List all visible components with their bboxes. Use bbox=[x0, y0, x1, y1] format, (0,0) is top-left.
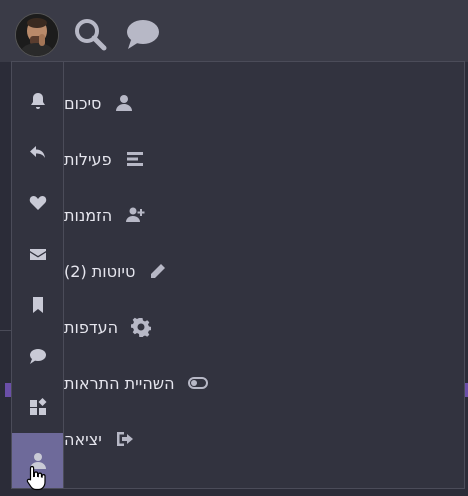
chat-icon bbox=[29, 349, 46, 364]
sign-out-icon bbox=[114, 428, 136, 450]
user-icon bbox=[113, 92, 135, 114]
apps-icon bbox=[29, 398, 46, 415]
toggle-icon bbox=[187, 372, 209, 394]
envelope-icon bbox=[29, 249, 46, 260]
rail-apps[interactable] bbox=[12, 382, 63, 432]
menu-item-label: טיוטות (2) bbox=[64, 261, 136, 281]
rail-messages[interactable] bbox=[12, 229, 63, 279]
avatar[interactable] bbox=[15, 13, 59, 57]
quick-access-rail bbox=[12, 62, 64, 488]
activity-bars-icon bbox=[124, 148, 146, 170]
menu-item-preferences[interactable]: העדפות bbox=[64, 299, 464, 355]
menu-item-label: הזמנות bbox=[64, 205, 113, 225]
rail-bookmarks[interactable] bbox=[12, 280, 63, 330]
bookmark-icon bbox=[32, 297, 43, 313]
rail-likes[interactable] bbox=[12, 178, 63, 228]
pencil-icon bbox=[147, 260, 169, 282]
bell-icon bbox=[30, 93, 45, 109]
hand-cursor-icon bbox=[26, 465, 46, 491]
menu-item-label: פעילות bbox=[64, 149, 112, 169]
rail-chat[interactable] bbox=[12, 331, 63, 381]
menu-item-pause-notifications[interactable]: השהיית התראות bbox=[64, 355, 464, 411]
header-bar bbox=[0, 0, 468, 62]
rail-replies[interactable] bbox=[12, 127, 63, 177]
menu-item-label: יציאה bbox=[64, 429, 102, 449]
reply-icon bbox=[29, 146, 45, 158]
menu-item-activity[interactable]: פעילות bbox=[64, 131, 464, 187]
menu-item-drafts[interactable]: טיוטות (2) bbox=[64, 243, 464, 299]
menu-item-invites[interactable]: הזמנות bbox=[64, 187, 464, 243]
menu-item-label: העדפות bbox=[64, 317, 119, 337]
menu-item-label: סיכום bbox=[64, 93, 102, 113]
user-menu-panel: סיכום פעילות הזמנות טיוטות (2) העדפות הש… bbox=[11, 61, 465, 489]
gear-icon bbox=[130, 316, 152, 338]
heart-icon bbox=[29, 196, 46, 210]
menu-item-label: השהיית התראות bbox=[64, 373, 175, 393]
user-plus-icon bbox=[124, 204, 146, 226]
chat-bubble-icon[interactable] bbox=[125, 16, 161, 52]
search-icon[interactable] bbox=[72, 16, 108, 52]
rail-notifications[interactable] bbox=[12, 76, 63, 126]
menu-item-summary[interactable]: סיכום bbox=[64, 75, 464, 131]
user-menu-list: סיכום פעילות הזמנות טיוטות (2) העדפות הש… bbox=[64, 62, 464, 488]
menu-item-logout[interactable]: יציאה bbox=[64, 411, 464, 467]
background-divider bbox=[0, 330, 11, 331]
